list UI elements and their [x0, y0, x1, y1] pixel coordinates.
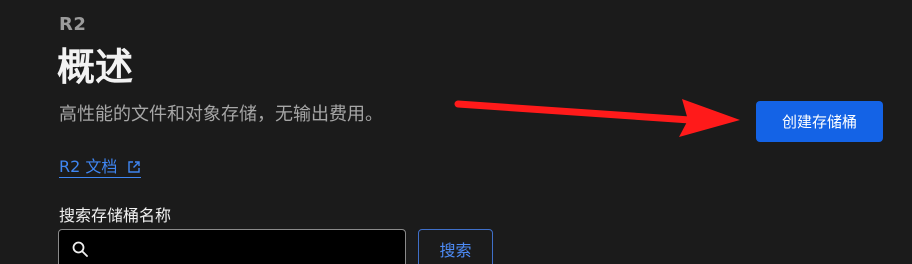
external-link-icon [128, 161, 141, 173]
docs-link[interactable]: R2 文档 [59, 157, 142, 178]
search-input[interactable] [89, 230, 405, 264]
page-subtitle: 高性能的文件和对象存储，无输出费用。 [59, 104, 383, 125]
annotation-arrow [454, 99, 740, 137]
create-bucket-button[interactable]: 创建存储桶 [756, 101, 883, 142]
search-label: 搜索存储桶名称 [59, 206, 172, 225]
search-icon [72, 241, 88, 257]
docs-link-label: R2 文档 [59, 157, 118, 176]
search-button[interactable]: 搜索 [418, 229, 493, 264]
r2-overview-page: R2 概述 高性能的文件和对象存储，无输出费用。 R2 文档 创建存储桶 搜索存… [0, 0, 912, 264]
breadcrumb: R2 [59, 14, 87, 35]
page-title: 概述 [57, 45, 134, 89]
search-field[interactable] [58, 229, 406, 264]
